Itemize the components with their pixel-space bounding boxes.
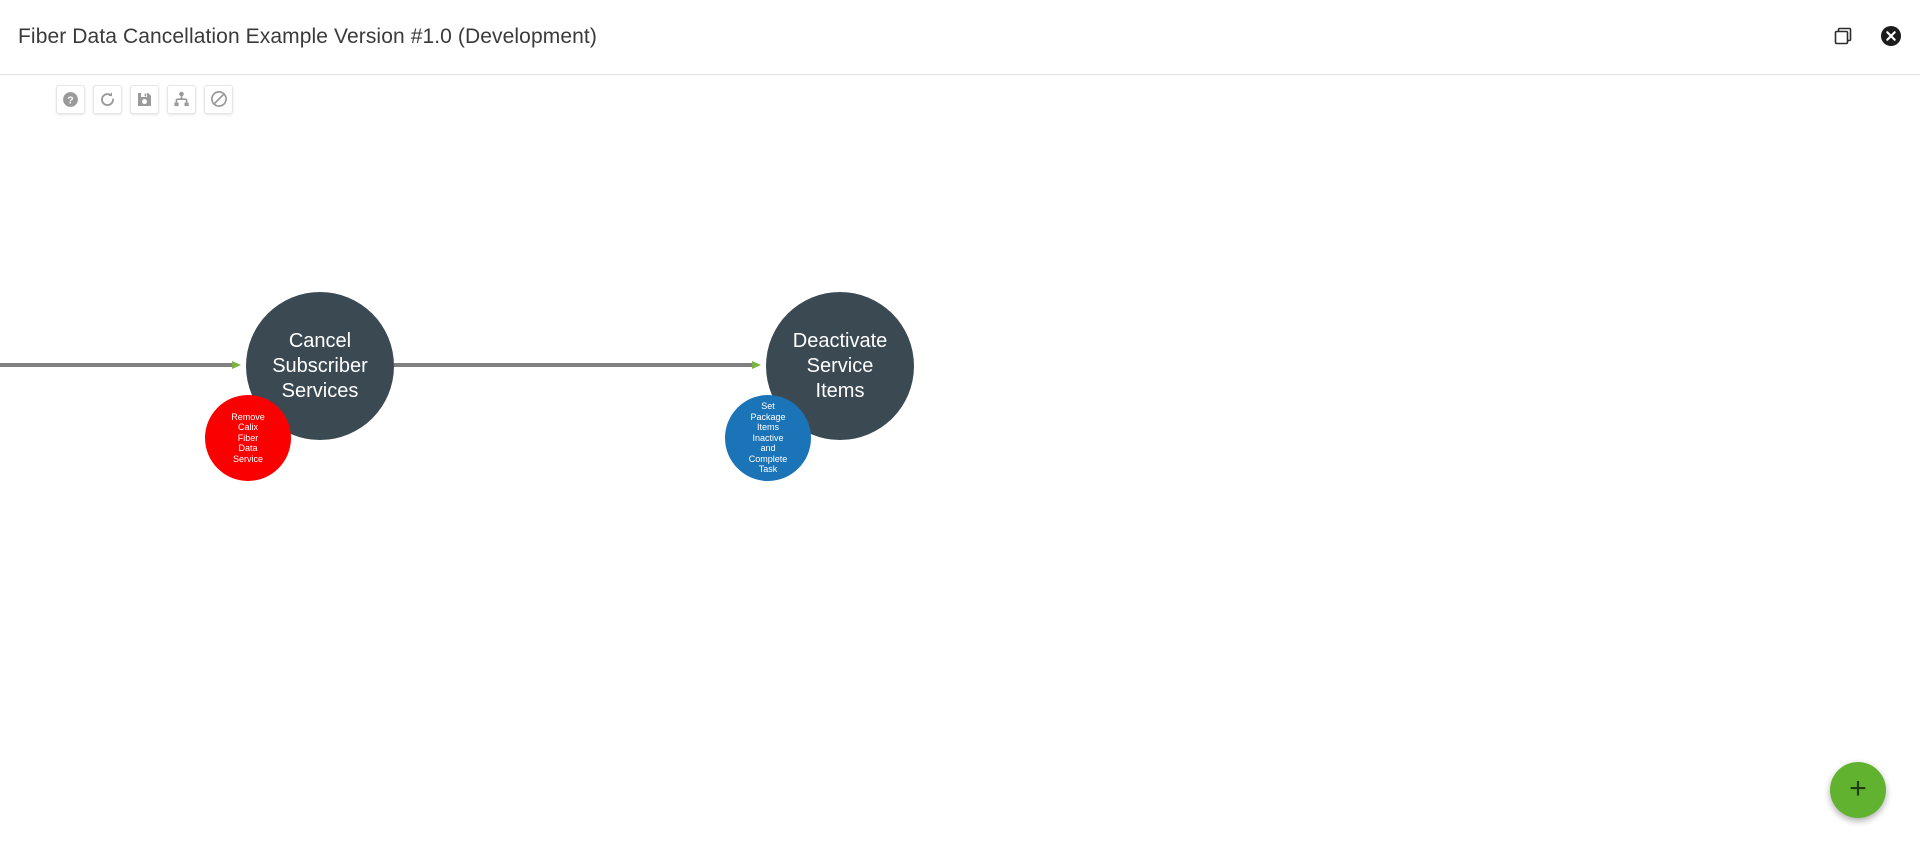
badge-label: Remove Calix Fiber Data Service [231, 411, 265, 464]
restore-icon [1833, 26, 1853, 49]
diagram-svg [0, 361, 761, 369]
node-label: Deactivate Service Items [792, 329, 888, 402]
close-window-button[interactable] [1876, 22, 1906, 52]
help-circle-icon: ? [62, 91, 79, 108]
hierarchy-icon [173, 91, 190, 108]
diagram-canvas[interactable]: Cancel Subscriber Services Deactivate Se… [0, 123, 1920, 860]
no-entry-slash-icon [210, 90, 228, 108]
diagram-badge-set-package-items-inactive-and-complete-task[interactable]: Set Package Items Inactive and Complete … [725, 395, 811, 481]
diagram-badge-remove-calix-fiber-data-service[interactable]: Remove Calix Fiber Data Service [205, 395, 291, 481]
node-label: Cancel Subscriber Services [272, 329, 368, 402]
restore-window-button[interactable] [1828, 22, 1858, 52]
badge-label: Set Package Items Inactive and Complete … [748, 401, 788, 475]
page-title: Fiber Data Cancellation Example Version … [18, 25, 597, 48]
refresh-button[interactable] [93, 84, 122, 114]
add-node-button[interactable]: + [1830, 762, 1886, 818]
disable-button[interactable] [204, 84, 233, 114]
hierarchy-button[interactable] [167, 84, 196, 114]
plus-icon: + [1849, 772, 1867, 805]
refresh-icon [99, 91, 116, 108]
window-controls [1828, 22, 1906, 52]
save-button[interactable] [130, 84, 159, 114]
svg-text:?: ? [67, 94, 73, 106]
close-icon [1880, 25, 1902, 50]
save-floppy-icon [136, 91, 153, 108]
help-button[interactable]: ? [56, 84, 85, 114]
window-titlebar: Fiber Data Cancellation Example Version … [0, 0, 1920, 75]
editor-toolbar: ? [0, 75, 1920, 123]
